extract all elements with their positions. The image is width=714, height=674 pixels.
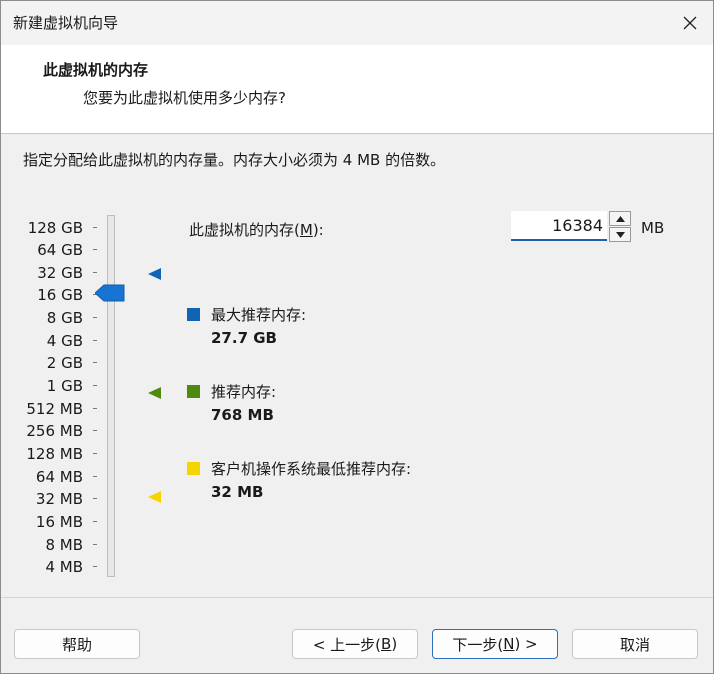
scale-label: 16 MB bbox=[36, 512, 83, 532]
scale-label: 1 GB bbox=[47, 376, 83, 396]
scale-label: 64 MB bbox=[36, 467, 83, 487]
scale-label: 4 GB bbox=[47, 331, 83, 351]
scale-tick bbox=[93, 249, 97, 250]
help-button[interactable]: 帮助 bbox=[14, 629, 140, 659]
max-recommended-label: 最大推荐内存: bbox=[211, 304, 306, 325]
scale-label: 8 MB bbox=[45, 535, 83, 555]
scale-label: 4 MB bbox=[45, 557, 83, 577]
minimum-recommended-label: 客户机操作系统最低推荐内存: bbox=[211, 458, 411, 479]
scale-tick bbox=[93, 227, 97, 228]
scale-label: 256 MB bbox=[26, 421, 83, 441]
scale-tick bbox=[93, 272, 97, 273]
scale-label: 512 MB bbox=[26, 399, 83, 419]
max-recommended-value: 27.7 GB bbox=[211, 329, 277, 347]
memory-input[interactable] bbox=[511, 211, 607, 241]
scale-label: 128 GB bbox=[28, 218, 83, 238]
scale-tick bbox=[93, 317, 97, 318]
memory-label: 此虚拟机的内存(M): bbox=[189, 219, 324, 240]
scale-tick bbox=[93, 385, 97, 386]
memory-spinbox[interactable] bbox=[511, 211, 633, 245]
scale-label: 8 GB bbox=[47, 308, 83, 328]
scale-label: 32 GB bbox=[37, 263, 83, 283]
recommended-label: 推荐内存: bbox=[211, 381, 276, 402]
max-recommended-marker-icon bbox=[147, 267, 163, 281]
next-button[interactable]: 下一步(N) > bbox=[432, 629, 558, 659]
recommended-value: 768 MB bbox=[211, 406, 274, 424]
wizard-window: 新建虚拟机向导 此虚拟机的内存 您要为此虚拟机使用多少内存? 指定分配给此虚拟机… bbox=[0, 0, 714, 674]
window-title: 新建虚拟机向导 bbox=[13, 12, 118, 33]
close-button[interactable] bbox=[667, 1, 713, 45]
scale-tick bbox=[93, 453, 97, 454]
minimum-recommended-marker-icon bbox=[147, 490, 163, 504]
title-bar: 新建虚拟机向导 bbox=[1, 1, 713, 45]
scale-label: 32 MB bbox=[36, 489, 83, 509]
caret-up-icon bbox=[616, 216, 625, 222]
scale-tick bbox=[93, 566, 97, 567]
minimum-recommended-legend-icon bbox=[187, 462, 200, 475]
slider-thumb[interactable] bbox=[95, 284, 125, 302]
scale-tick bbox=[93, 430, 97, 431]
recommended-marker-icon bbox=[147, 386, 163, 400]
cancel-button[interactable]: 取消 bbox=[572, 629, 698, 659]
spin-down-button[interactable] bbox=[609, 227, 631, 242]
page-subtitle: 您要为此虚拟机使用多少内存? bbox=[83, 87, 286, 108]
scale-label: 2 GB bbox=[47, 353, 83, 373]
caret-down-icon bbox=[616, 232, 625, 238]
scale-tick bbox=[93, 476, 97, 477]
scale-tick bbox=[93, 521, 97, 522]
scale-tick bbox=[93, 408, 97, 409]
scale-label: 64 GB bbox=[37, 240, 83, 260]
scale-label: 128 MB bbox=[26, 444, 83, 464]
memory-unit: MB bbox=[641, 219, 664, 237]
scale-tick bbox=[93, 340, 97, 341]
page-title: 此虚拟机的内存 bbox=[43, 59, 148, 80]
description-text: 指定分配给此虚拟机的内存量。内存大小必须为 4 MB 的倍数。 bbox=[23, 149, 445, 170]
scale-label: 16 GB bbox=[37, 285, 83, 305]
scale-tick bbox=[93, 498, 97, 499]
wizard-header: 此虚拟机的内存 您要为此虚拟机使用多少内存? bbox=[1, 45, 713, 134]
minimum-recommended-value: 32 MB bbox=[211, 483, 263, 501]
slider-track[interactable] bbox=[107, 215, 115, 577]
scale-tick bbox=[93, 544, 97, 545]
close-icon bbox=[682, 15, 698, 31]
spin-up-button[interactable] bbox=[609, 211, 631, 226]
recommended-legend-icon bbox=[187, 385, 200, 398]
max-recommended-legend-icon bbox=[187, 308, 200, 321]
back-button[interactable]: < 上一步(B) bbox=[292, 629, 418, 659]
memory-slider[interactable]: 128 GB 64 GB 32 GB 16 GB 8 GB 4 GB 2 GB … bbox=[1, 213, 131, 583]
scale-tick bbox=[93, 362, 97, 363]
